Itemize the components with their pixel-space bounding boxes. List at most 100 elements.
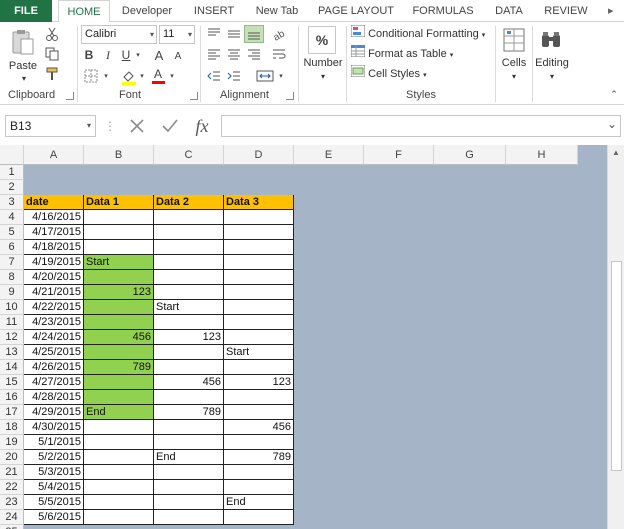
data-cell[interactable]: Start: [84, 255, 154, 270]
data-cell[interactable]: [154, 225, 224, 240]
data-cell[interactable]: [224, 315, 294, 330]
data-cell[interactable]: 789: [224, 450, 294, 465]
data-cell[interactable]: [84, 315, 154, 330]
decrease-indent-icon[interactable]: [205, 68, 223, 84]
tab-insert[interactable]: INSERT: [186, 0, 242, 22]
font-color-dropdown-icon[interactable]: ▾: [168, 68, 176, 84]
number-format-icon[interactable]: %: [308, 26, 336, 54]
alignment-launcher-icon[interactable]: [286, 92, 294, 100]
date-cell[interactable]: 5/4/2015: [24, 480, 84, 495]
row-header-14[interactable]: 14: [0, 360, 24, 375]
data-cell[interactable]: [154, 210, 224, 225]
confirm-entry-icon[interactable]: [159, 115, 181, 137]
data-cell[interactable]: [224, 405, 294, 420]
find-binoculars-icon[interactable]: [538, 26, 564, 54]
editing-button[interactable]: Editing: [533, 57, 571, 69]
paste-dropdown-icon[interactable]: ▾: [18, 74, 30, 83]
date-cell[interactable]: 4/26/2015: [24, 360, 84, 375]
row-header-15[interactable]: 15: [0, 375, 24, 390]
data-cell[interactable]: [84, 270, 154, 285]
data-cell[interactable]: [84, 420, 154, 435]
data-cell[interactable]: [224, 465, 294, 480]
data-cell[interactable]: [224, 480, 294, 495]
data-cell[interactable]: [84, 225, 154, 240]
column-header-h[interactable]: H: [506, 145, 578, 165]
data-cell[interactable]: [84, 375, 154, 390]
vertical-scrollbar[interactable]: ▲: [607, 145, 624, 529]
data-cell[interactable]: [84, 480, 154, 495]
orientation-icon[interactable]: ab: [270, 26, 288, 42]
cut-icon[interactable]: [44, 26, 60, 42]
scroll-up-icon[interactable]: ▲: [612, 148, 620, 157]
row-header-22[interactable]: 22: [0, 480, 24, 495]
date-cell[interactable]: 4/25/2015: [24, 345, 84, 360]
bold-button[interactable]: B: [82, 47, 96, 63]
table-header-cell[interactable]: date: [24, 195, 84, 210]
data-cell[interactable]: [154, 270, 224, 285]
date-cell[interactable]: 5/2/2015: [24, 450, 84, 465]
data-cell[interactable]: [224, 240, 294, 255]
align-left-icon[interactable]: [205, 46, 223, 62]
clipboard-launcher-icon[interactable]: [66, 92, 74, 100]
row-header-6[interactable]: 6: [0, 240, 24, 255]
scrollbar-thumb[interactable]: [611, 261, 622, 471]
data-cell[interactable]: 789: [84, 360, 154, 375]
date-cell[interactable]: 4/28/2015: [24, 390, 84, 405]
row-header-21[interactable]: 21: [0, 465, 24, 480]
row-header-7[interactable]: 7: [0, 255, 24, 270]
row-header-23[interactable]: 23: [0, 495, 24, 510]
column-header-a[interactable]: A: [24, 145, 84, 165]
date-cell[interactable]: 4/27/2015: [24, 375, 84, 390]
data-cell[interactable]: [154, 315, 224, 330]
data-cell[interactable]: [224, 360, 294, 375]
merge-dropdown-icon[interactable]: ▾: [277, 68, 285, 84]
font-color-button[interactable]: A: [150, 66, 166, 86]
underline-dropdown-icon[interactable]: ▾: [134, 47, 142, 63]
date-cell[interactable]: 4/16/2015: [24, 210, 84, 225]
row-header-19[interactable]: 19: [0, 435, 24, 450]
row-header-2[interactable]: 2: [0, 180, 24, 195]
row-header-9[interactable]: 9: [0, 285, 24, 300]
row-header-12[interactable]: 12: [0, 330, 24, 345]
data-cell[interactable]: 123: [84, 285, 154, 300]
data-cell[interactable]: [224, 435, 294, 450]
data-cell[interactable]: End: [84, 405, 154, 420]
number-button[interactable]: Number: [300, 57, 346, 69]
fill-color-icon[interactable]: [120, 68, 138, 86]
borders-dropdown-icon[interactable]: ▾: [102, 68, 110, 84]
data-cell[interactable]: 123: [224, 375, 294, 390]
conditional-formatting-button[interactable]: Conditional Formatting ▾: [350, 24, 485, 43]
row-header-20[interactable]: 20: [0, 450, 24, 465]
row-header-11[interactable]: 11: [0, 315, 24, 330]
row-header-16[interactable]: 16: [0, 390, 24, 405]
tab-new-tab[interactable]: New Tab: [248, 0, 306, 22]
number-dropdown-icon[interactable]: ▾: [317, 72, 329, 81]
data-cell[interactable]: 456: [224, 420, 294, 435]
borders-icon[interactable]: [82, 68, 100, 84]
row-header-24[interactable]: 24: [0, 510, 24, 525]
align-middle-icon[interactable]: [225, 26, 243, 42]
data-cell[interactable]: [154, 465, 224, 480]
underline-button[interactable]: U: [119, 47, 133, 63]
date-cell[interactable]: 4/20/2015: [24, 270, 84, 285]
data-cell[interactable]: [224, 390, 294, 405]
column-header-c[interactable]: C: [154, 145, 224, 165]
date-cell[interactable]: 5/5/2015: [24, 495, 84, 510]
font-launcher-icon[interactable]: [190, 92, 198, 100]
data-cell[interactable]: [154, 345, 224, 360]
font-size-combo[interactable]: 11 ▾: [159, 25, 195, 44]
date-cell[interactable]: 4/19/2015: [24, 255, 84, 270]
paste-button[interactable]: Paste: [6, 60, 40, 72]
data-cell[interactable]: 456: [154, 375, 224, 390]
grow-font-button[interactable]: A: [152, 47, 166, 63]
tab-home[interactable]: HOME: [58, 0, 110, 23]
data-cell[interactable]: [84, 345, 154, 360]
date-cell[interactable]: 4/24/2015: [24, 330, 84, 345]
align-right-icon[interactable]: [245, 46, 263, 62]
data-cell[interactable]: [224, 255, 294, 270]
cells-dropdown-icon[interactable]: ▾: [508, 72, 520, 81]
increase-indent-icon[interactable]: [225, 68, 243, 84]
fill-color-dropdown-icon[interactable]: ▾: [138, 68, 146, 84]
editing-dropdown-icon[interactable]: ▾: [546, 72, 558, 81]
data-cell[interactable]: [84, 240, 154, 255]
